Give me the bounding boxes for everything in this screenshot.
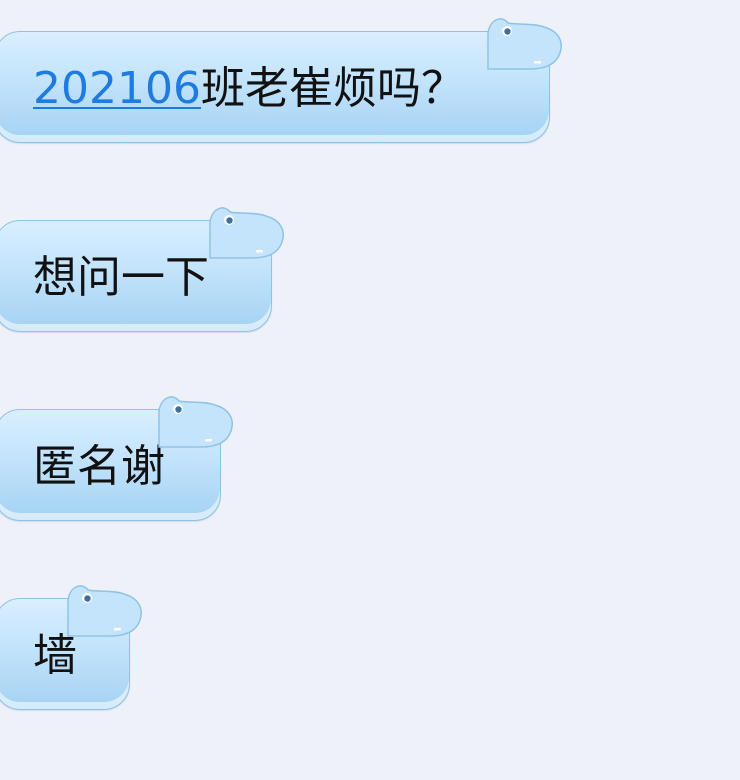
hippo-head-icon — [487, 18, 562, 70]
hippo-head-icon — [158, 396, 233, 448]
bubble-body: 202106班老崔烦吗？ — [0, 31, 550, 143]
message-text: 匿名谢 — [33, 441, 165, 492]
message-text: 想问一下 — [33, 252, 209, 303]
hippo-head-icon — [209, 207, 284, 259]
hippo-head-icon — [67, 585, 142, 637]
message-text-rest: 班老崔烦吗？ — [200, 63, 465, 114]
number-link[interactable]: 202106 — [33, 63, 201, 114]
message-text: 202106班老崔烦吗？ — [33, 67, 465, 111]
chat-message-list: 202106班老崔烦吗？ 想问一下 匿名谢 墙 — [0, 0, 740, 780]
